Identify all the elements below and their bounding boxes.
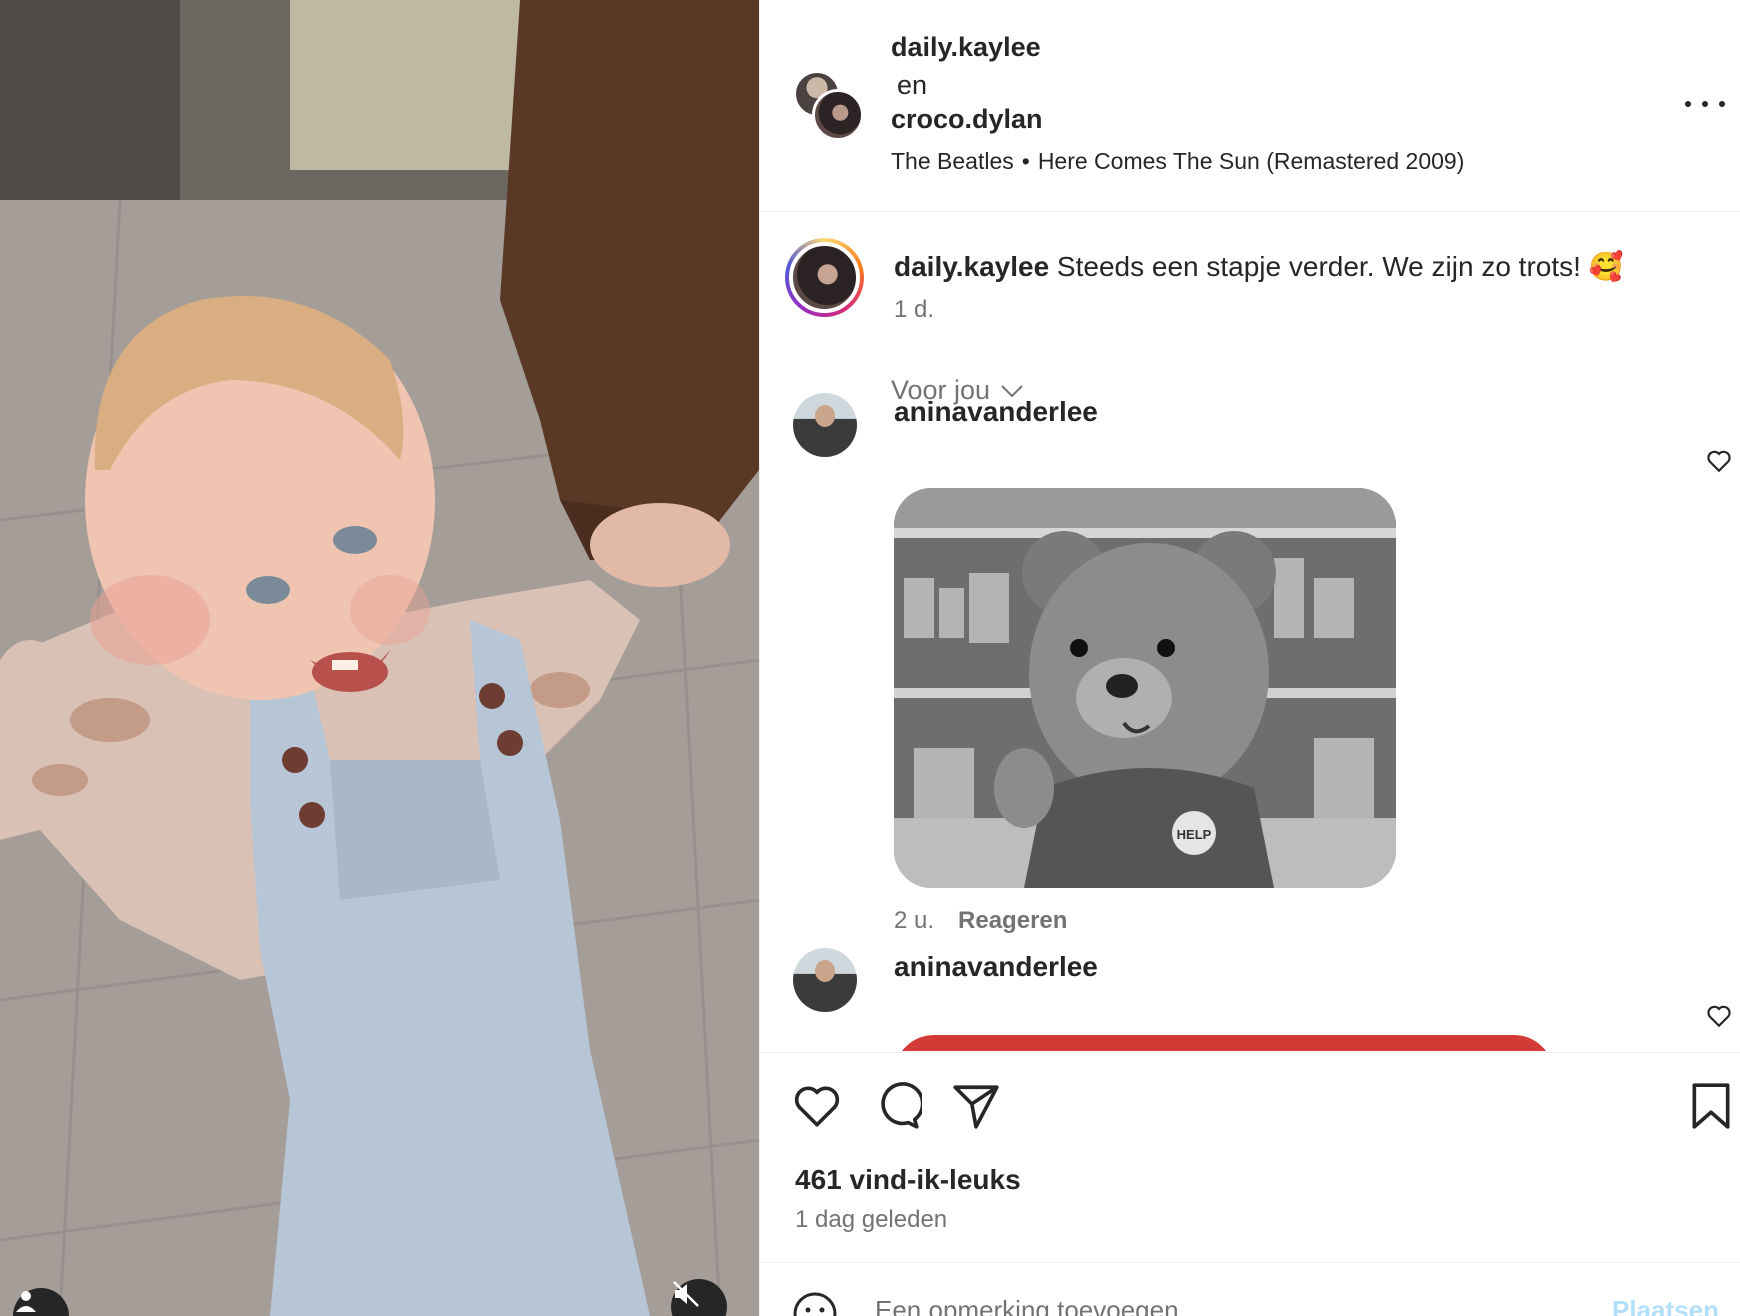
comment-timestamp[interactable]: 2 u. <box>894 907 934 935</box>
audio-attribution[interactable]: The Beatles • Here Comes The Sun (Remaster… <box>891 148 1464 175</box>
avatar <box>815 405 835 427</box>
avatar <box>815 960 835 982</box>
heart-icon[interactable] <box>1706 1003 1732 1029</box>
collab-avatars[interactable] <box>794 71 864 141</box>
comment-avatar[interactable] <box>793 393 857 457</box>
bookmark-icon[interactable] <box>1686 1081 1736 1131</box>
comment-username[interactable]: aninavanderlee <box>894 951 1098 983</box>
add-comment-bar: Plaatsen <box>760 1262 1740 1316</box>
like-count[interactable]: 461 vind-ik-leuks <box>795 1164 1021 1196</box>
caption-timestamp[interactable]: 1 d. <box>894 296 934 324</box>
avatar <box>789 242 860 313</box>
user-icon <box>16 1291 36 1312</box>
collaborator-username-link[interactable]: croco.dylan <box>891 104 1043 135</box>
caption-username[interactable]: daily.kaylee <box>894 251 1049 282</box>
comment-username[interactable]: aninavanderlee <box>894 396 1098 428</box>
caption-text: Steeds een stapje verder. We zijn zo tro… <box>1049 251 1624 282</box>
emoji-icon[interactable] <box>792 1291 838 1316</box>
post-caption: daily.kaylee Steeds een stapje verder. W… <box>894 250 1624 283</box>
music-track: Here Comes The Sun (Remastered 2009) <box>1037 148 1465 174</box>
comment-gif[interactable] <box>894 1035 1554 1051</box>
owner-separator: en <box>897 70 928 100</box>
avatar <box>812 89 864 141</box>
post-actions: 461 vind-ik-leuks 1 dag geleden <box>760 1052 1740 1262</box>
heart-icon[interactable] <box>1706 448 1732 474</box>
caption-avatar[interactable] <box>785 238 864 317</box>
help-badge-text: HELP <box>1177 827 1212 842</box>
more-options-button[interactable] <box>1685 90 1725 118</box>
owner-username-link[interactable]: daily.kaylee <box>891 32 1041 63</box>
comment-icon[interactable] <box>872 1081 922 1131</box>
more-horizontal-icon-dot <box>1719 101 1725 107</box>
comment-meta: 2 u. Reageren <box>894 907 1067 935</box>
speaker-muted-icon <box>673 1281 699 1307</box>
post-detail-panel: daily.kaylee en croco.dylan The Beatles •… <box>759 0 1740 1316</box>
post-date[interactable]: 1 dag geleden <box>795 1206 947 1234</box>
post-media[interactable] <box>0 0 759 1316</box>
music-separator: • <box>1021 148 1030 174</box>
post-header: daily.kaylee en croco.dylan The Beatles •… <box>760 0 1740 212</box>
comment-input[interactable] <box>875 1295 1525 1316</box>
music-artist: The Beatles <box>891 148 1014 174</box>
comment-avatar[interactable] <box>793 948 857 1012</box>
more-horizontal-icon-dot <box>1702 101 1708 107</box>
reply-button[interactable]: Reageren <box>958 907 1067 935</box>
comment-gif[interactable]: HELP <box>894 488 1396 888</box>
heart-icon[interactable] <box>792 1081 842 1131</box>
post-photo <box>0 0 759 1316</box>
teddy-bear-gif-image: HELP <box>894 488 1396 888</box>
post-comment-button[interactable]: Plaatsen <box>1612 1295 1719 1316</box>
more-horizontal-icon <box>1685 101 1691 107</box>
comments-section[interactable]: daily.kaylee Steeds een stapje verder. W… <box>760 213 1740 1051</box>
share-icon[interactable] <box>951 1081 1001 1131</box>
